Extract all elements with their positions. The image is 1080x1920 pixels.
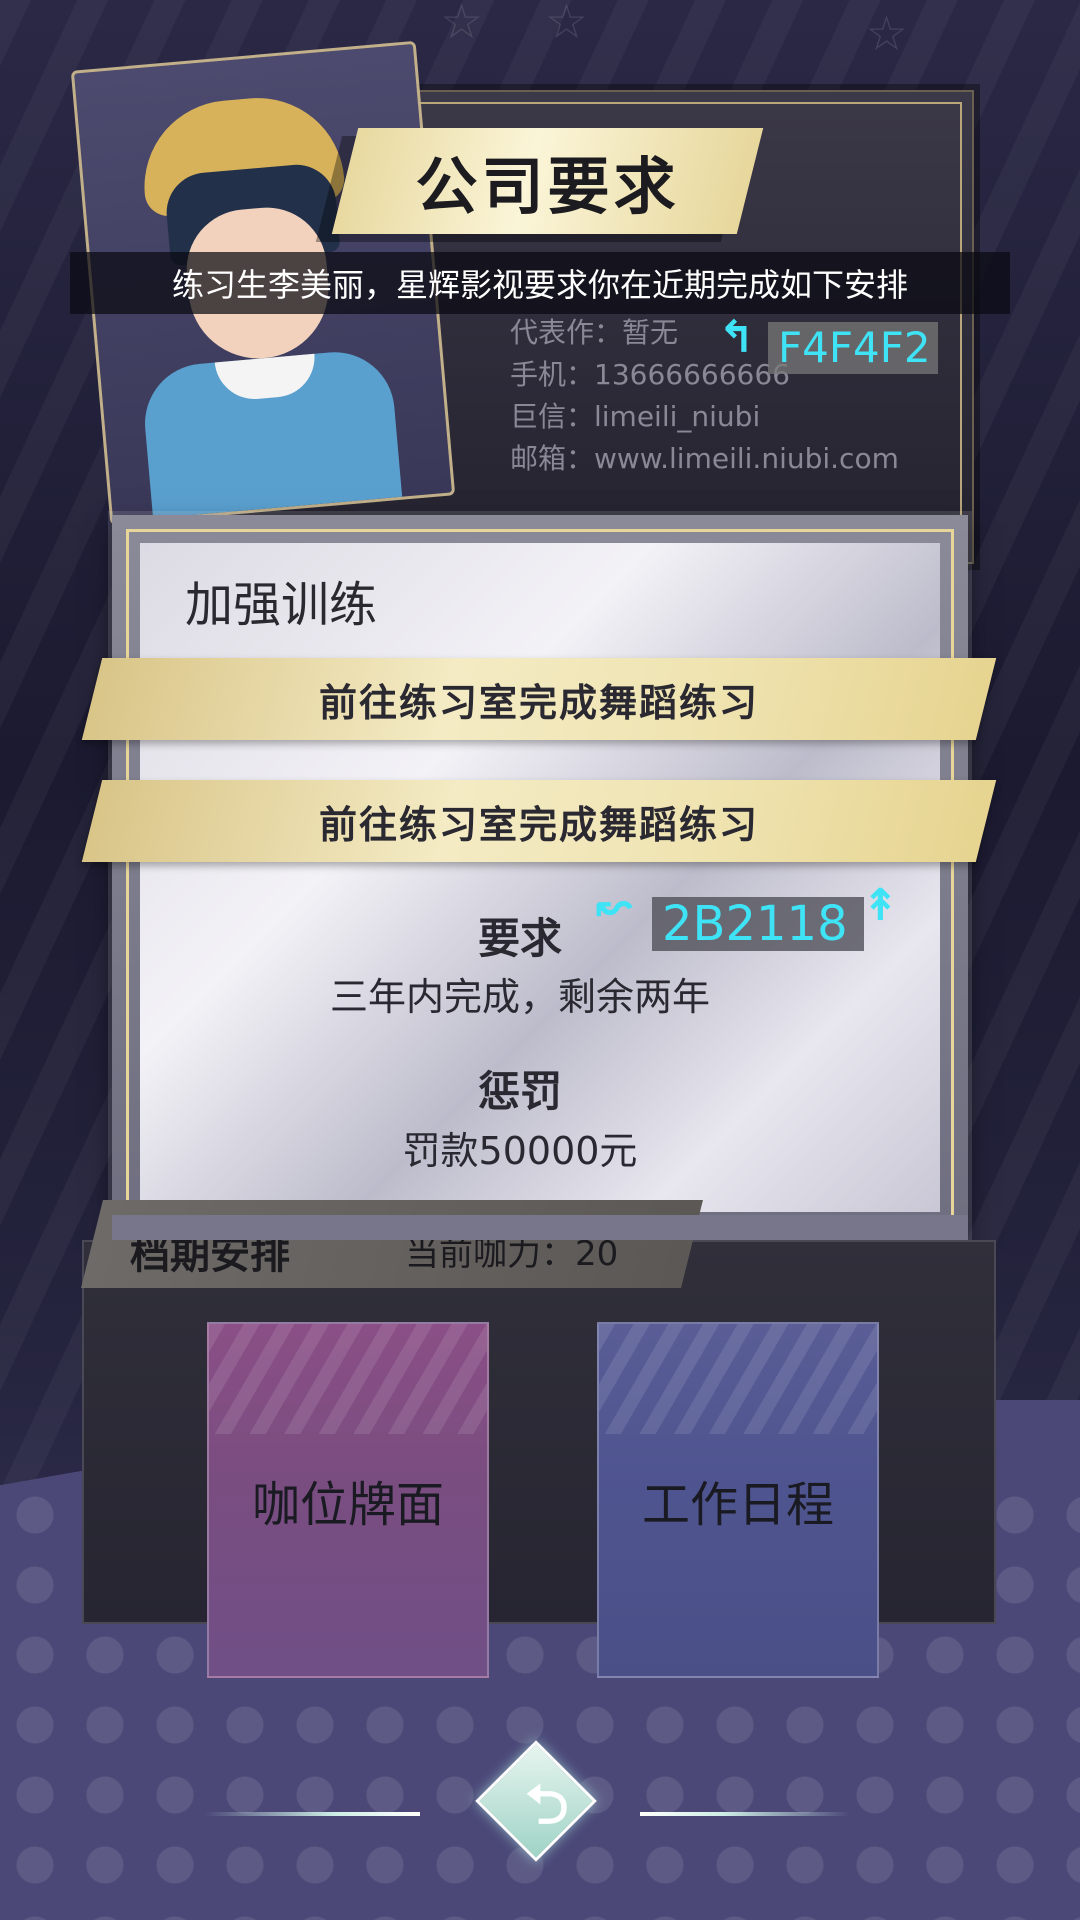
profile-email: 邮箱：www.limeili.niubi.com [510,442,899,475]
fame-card-label: 咖位牌面 [251,1477,444,1533]
requirement-value: 三年内完成，剩余两年 [329,975,710,1019]
work-schedule-button[interactable]: 工作日程 [597,1322,879,1678]
task-item[interactable]: 前往练习室完成舞蹈练习 [92,780,986,862]
decorative-line [205,1812,420,1816]
decorative-line [640,1812,850,1816]
fame-card-button[interactable]: 咖位牌面 [207,1322,489,1678]
notice-text: 练习生李美丽，星辉影视要求你在近期完成如下安排 [70,252,1010,314]
profile-chat-id: 巨信：limeili_niubi [510,400,761,433]
work-schedule-label: 工作日程 [641,1477,834,1533]
annotation-arrow-icon: ↟ [862,880,899,931]
penalty-value: 罚款50000元 [402,1129,638,1173]
section-title: 加强训练 [185,577,378,633]
star-decoration-icon: ☆ [440,0,484,50]
card-bottom-edge [112,1215,968,1240]
task-item[interactable]: 前往练习室完成舞蹈练习 [92,658,986,740]
annotation-arrow-icon: ↜ [596,880,633,931]
color-annotation-tag: 2B2118 [652,897,864,951]
color-annotation-tag: F4F4F2 [768,322,938,374]
star-decoration-icon: ☆ [545,0,589,50]
annotation-arrow-icon: ↰ [718,312,755,363]
requirement-label: 要求 [477,914,562,963]
dialog-title: 公司要求 [415,150,680,223]
penalty-label: 惩罚 [477,1067,562,1116]
star-decoration-icon: ☆ [865,6,909,62]
